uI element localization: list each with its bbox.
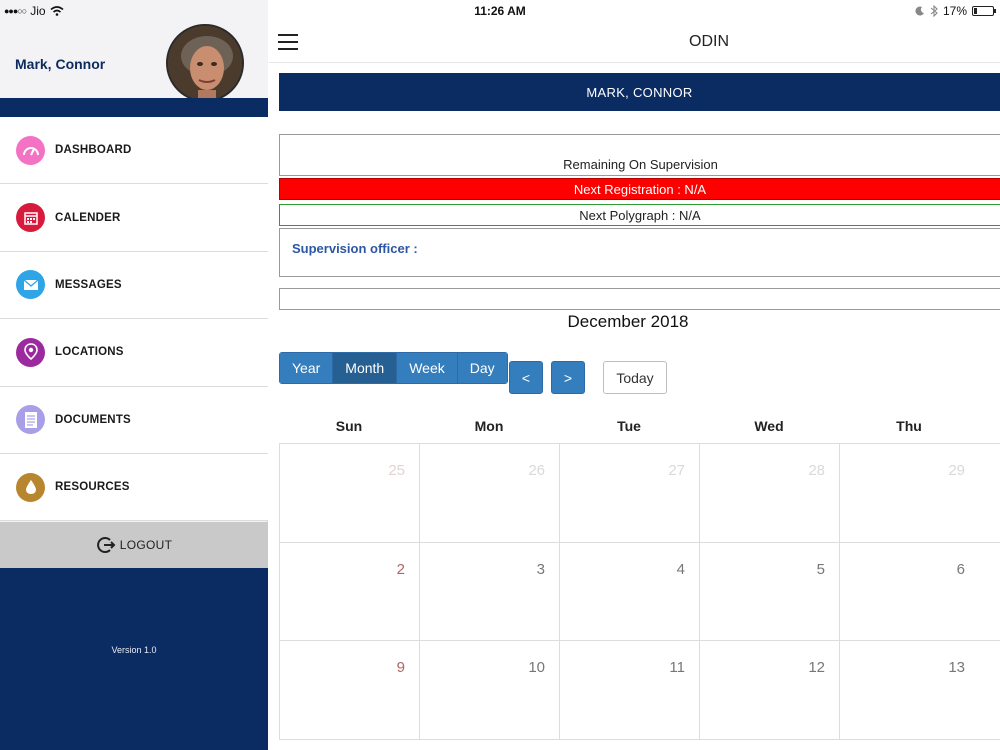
- sidebar-footer: Version 1.0: [0, 568, 268, 750]
- next-registration-bar: Next Registration : N/A: [279, 178, 1000, 200]
- battery-percent: 17%: [942, 4, 967, 18]
- status-time: 11:26 AM: [474, 4, 526, 18]
- calendar-day-number: 10: [528, 659, 545, 676]
- calendar-day-cell[interactable]: 26: [419, 444, 559, 542]
- sidebar-item-label: CALENDER: [55, 211, 121, 224]
- calendar-day-cell[interactable]: 6: [839, 542, 979, 640]
- calendar-day-number: 5: [816, 560, 825, 578]
- calendar-day-cell[interactable]: 2: [279, 542, 419, 640]
- status-right: 17%: [915, 4, 996, 18]
- remaining-supervision-text: Remaining On Supervision: [563, 157, 718, 172]
- bluetooth-icon: [930, 5, 938, 17]
- drop-icon: [16, 472, 45, 502]
- dashboard-gauge-icon: [16, 135, 45, 165]
- day-name: Wed: [754, 418, 784, 434]
- view-month-button[interactable]: Month: [333, 353, 398, 383]
- logout-icon: [96, 537, 116, 553]
- document-icon: [16, 405, 45, 435]
- calendar-day-cell[interactable]: 13: [839, 641, 979, 739]
- sidebar-item-label: DASHBOARD: [55, 144, 132, 157]
- calendar-week-row: 9 10 11 12 13: [279, 641, 1000, 740]
- calendar-day-cell[interactable]: 28: [699, 444, 839, 542]
- calendar-day-number: 25: [388, 462, 405, 479]
- empty-info-box: [279, 288, 1000, 310]
- calendar-day-number: 29: [948, 462, 965, 479]
- version-text: Version 1.0: [111, 645, 157, 655]
- calendar-day-cell[interactable]: 9: [279, 641, 419, 739]
- prev-month-button[interactable]: <: [509, 361, 543, 394]
- moon-icon: [915, 6, 924, 16]
- supervision-officer-box: Supervision officer :: [279, 228, 1000, 277]
- remaining-supervision-box: Remaining On Supervision: [279, 134, 1000, 176]
- top-bar: ODIN: [269, 22, 1000, 63]
- calendar-day-number: 4: [676, 560, 685, 578]
- hamburger-menu-icon[interactable]: [278, 34, 298, 50]
- avatar-photo-icon: [168, 26, 242, 100]
- sidebar: Mark, Connor DASHBOARD CALENDER MESSAGES…: [0, 0, 268, 750]
- calendar-week-row: 2 3 4 5 6: [279, 542, 1000, 641]
- calendar-day-number: 11: [669, 659, 685, 676]
- calendar-week-row: 25 26 27 28 29: [279, 444, 1000, 543]
- app-root: Mark, Connor DASHBOARD CALENDER MESSAGES…: [0, 0, 1000, 750]
- calendar-grid: 25 26 27 28 29 2 3 4 5 6 9 10 11 12 13: [279, 443, 1000, 740]
- avatar[interactable]: [166, 24, 244, 102]
- day-name: Thu: [896, 418, 922, 434]
- sidebar-item-calender[interactable]: CALENDER: [0, 184, 268, 252]
- main-content: ODIN MARK, CONNOR Remaining On Supervisi…: [269, 0, 1000, 750]
- user-name: Mark, Connor: [15, 56, 106, 72]
- view-year-button[interactable]: Year: [280, 353, 334, 383]
- sidebar-item-locations[interactable]: LOCATIONS: [0, 319, 268, 387]
- calendar-day-cell[interactable]: 5: [699, 542, 839, 640]
- calendar-day-number: 9: [396, 659, 405, 676]
- calendar-day-number: 6: [956, 560, 965, 578]
- sidebar-item-label: MESSAGES: [55, 278, 122, 291]
- next-month-button[interactable]: >: [551, 361, 585, 394]
- day-name: Tue: [617, 418, 641, 434]
- sidebar-band: [0, 98, 268, 117]
- status-bar: ●●●○○ Jio 11:26 AM 17%: [0, 0, 1000, 22]
- calendar-icon: [16, 203, 45, 233]
- calendar-day-cell[interactable]: 3: [419, 542, 559, 640]
- sidebar-item-label: RESOURCES: [55, 481, 130, 494]
- calendar-day-cell[interactable]: 12: [699, 641, 839, 739]
- sidebar-menu: DASHBOARD CALENDER MESSAGES LOCATIONS DO…: [0, 117, 268, 522]
- calendar-day-cell[interactable]: 4: [559, 542, 699, 640]
- sidebar-item-dashboard[interactable]: DASHBOARD: [0, 117, 268, 185]
- calendar-day-cell[interactable]: 25: [279, 444, 419, 542]
- view-week-button[interactable]: Week: [397, 353, 458, 383]
- calendar-day-number: 3: [536, 560, 545, 578]
- sidebar-item-messages[interactable]: MESSAGES: [0, 251, 268, 320]
- battery-icon: [972, 6, 996, 16]
- day-name: Sun: [335, 418, 363, 434]
- sidebar-item-resources[interactable]: RESOURCES: [0, 453, 268, 522]
- calendar-day-cell[interactable]: 29: [839, 444, 979, 542]
- calendar-day-number: 26: [528, 462, 545, 479]
- supervision-officer-label: Supervision officer :: [292, 241, 418, 256]
- next-polygraph-bar: Next Polygraph : N/A: [279, 204, 1000, 226]
- today-button[interactable]: Today: [603, 361, 667, 394]
- page-title: ODIN: [689, 33, 729, 50]
- calendar-day-number: 13: [948, 659, 965, 676]
- sidebar-item-documents[interactable]: DOCUMENTS: [0, 386, 268, 454]
- logout-button[interactable]: LOGOUT: [0, 522, 268, 568]
- view-day-button[interactable]: Day: [457, 353, 507, 383]
- logout-label: LOGOUT: [119, 538, 173, 552]
- calendar-day-number: 28: [808, 462, 825, 479]
- calendar-day-cell[interactable]: 11: [559, 641, 699, 739]
- calendar-view-group: Year Month Week Day: [279, 352, 508, 384]
- name-banner: MARK, CONNOR: [279, 73, 1000, 111]
- calendar-day-number: 12: [808, 659, 825, 676]
- sidebar-item-label: DOCUMENTS: [55, 413, 131, 426]
- calendar-day-cell[interactable]: 10: [419, 641, 559, 739]
- calendar-day-number: 2: [396, 560, 405, 578]
- calendar-title: December 2018: [567, 312, 689, 331]
- sidebar-item-label: LOCATIONS: [55, 346, 124, 359]
- calendar-day-number: 27: [668, 462, 685, 479]
- envelope-icon: [16, 270, 45, 300]
- calendar-day-header: Sun Mon Tue Wed Thu: [279, 418, 1000, 444]
- day-name: Mon: [474, 418, 504, 434]
- calendar-day-cell[interactable]: 27: [559, 444, 699, 542]
- map-pin-icon: [16, 337, 45, 367]
